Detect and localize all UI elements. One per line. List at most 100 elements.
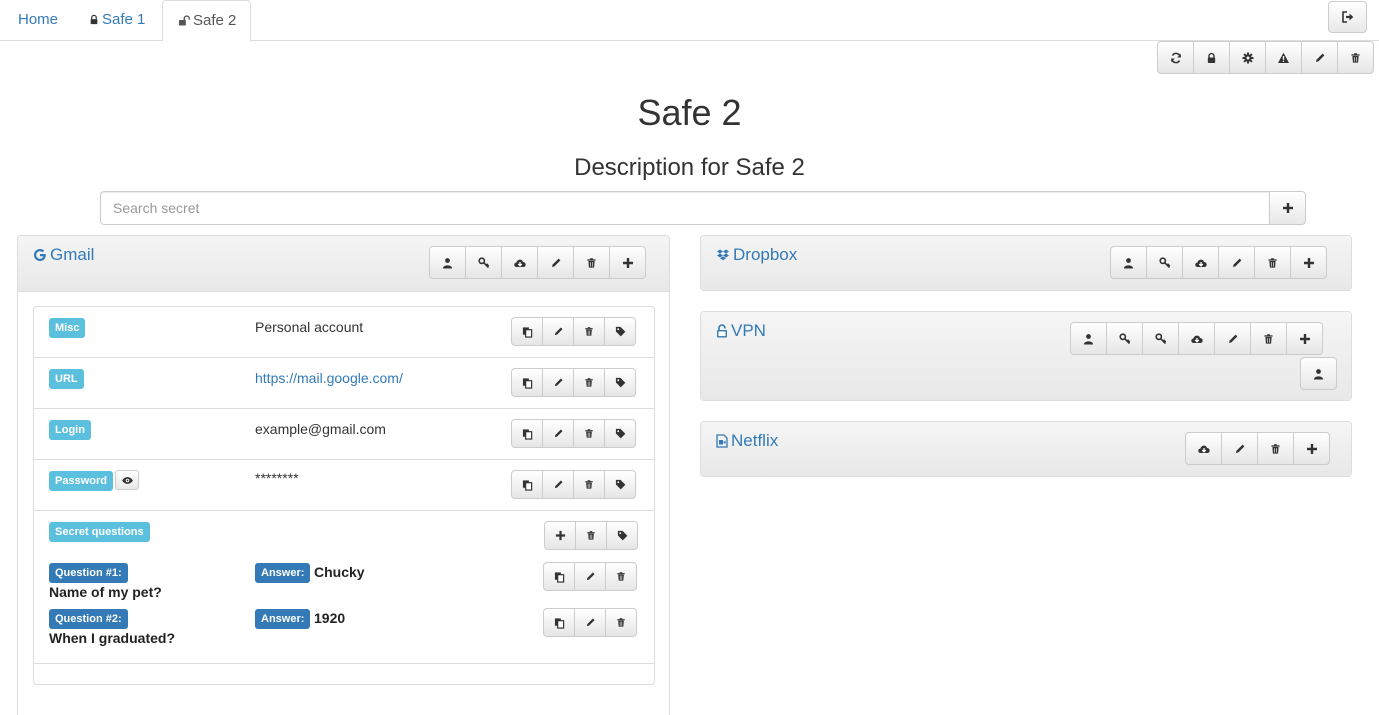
gear-icon: [1242, 52, 1254, 64]
logout-icon: [1342, 11, 1354, 23]
download-button[interactable]: [1178, 322, 1215, 355]
edit-secret-button[interactable]: [1218, 246, 1255, 279]
trash-icon: [586, 257, 597, 269]
trash-icon: [1350, 52, 1361, 64]
copy-button[interactable]: [511, 317, 543, 346]
add-field-button[interactable]: [609, 246, 646, 279]
delete-secret-button[interactable]: [1254, 246, 1291, 279]
edit-field-button[interactable]: [542, 419, 574, 448]
add-user-button[interactable]: [1300, 357, 1337, 390]
answer-text: Chucky: [314, 564, 365, 580]
add-secret-button[interactable]: [1269, 191, 1306, 225]
delete-secret-button[interactable]: [1257, 432, 1294, 465]
delete-safe-button[interactable]: [1337, 41, 1374, 74]
download-button[interactable]: [1182, 246, 1219, 279]
delete-field-button[interactable]: [575, 521, 607, 550]
copy-button[interactable]: [543, 608, 575, 637]
secret-title-vpn[interactable]: VPN: [716, 321, 766, 341]
edit-field-button[interactable]: [542, 317, 574, 346]
edit-secret-button[interactable]: [537, 246, 574, 279]
user-icon: [1123, 257, 1134, 269]
tab-bar: Home Safe 1 Safe 2: [0, 0, 1379, 42]
key-button[interactable]: [1146, 246, 1183, 279]
show-password-button[interactable]: [115, 470, 139, 490]
google-icon: [33, 248, 47, 262]
panel-header: Gmail: [18, 236, 669, 292]
key-button[interactable]: [465, 246, 502, 279]
copy-button[interactable]: [543, 562, 575, 591]
warning-icon: [1277, 52, 1290, 64]
search-input[interactable]: [100, 191, 1270, 225]
tag-button[interactable]: [604, 317, 636, 346]
answer-label: Answer:: [255, 609, 311, 629]
secret-title-dropbox[interactable]: Dropbox: [716, 245, 797, 265]
add-user-button[interactable]: [1110, 246, 1147, 279]
delete-secret-button[interactable]: [573, 246, 610, 279]
delete-field-button[interactable]: [573, 470, 605, 499]
delete-field-button[interactable]: [573, 368, 605, 397]
trash-icon: [1263, 333, 1274, 345]
delete-field-button[interactable]: [573, 419, 605, 448]
cloud-download-icon: [513, 257, 527, 269]
delete-question-button[interactable]: [605, 562, 637, 591]
edit-field-button[interactable]: [542, 368, 574, 397]
plus-icon: [555, 530, 566, 541]
cloud-download-icon: [1194, 257, 1208, 269]
user-icon: [1083, 333, 1094, 345]
copy-button[interactable]: [511, 470, 543, 499]
question-label: Question #2:: [49, 609, 128, 629]
add-user-button[interactable]: [1070, 322, 1107, 355]
tab-home[interactable]: Home: [18, 0, 58, 41]
tag-button[interactable]: [604, 470, 636, 499]
tab-safe-2[interactable]: Safe 2: [162, 0, 251, 42]
plus-icon: [622, 257, 634, 269]
secret-title-gmail[interactable]: Gmail: [33, 245, 94, 265]
safe-toolbar: [1157, 41, 1374, 74]
edit-secret-button[interactable]: [1214, 322, 1251, 355]
edit-field-button[interactable]: [542, 470, 574, 499]
delete-question-button[interactable]: [605, 608, 637, 637]
tag-button[interactable]: [604, 419, 636, 448]
lock-safe-button[interactable]: [1193, 41, 1230, 74]
answer-text: 1920: [314, 610, 346, 626]
download-button[interactable]: [501, 246, 538, 279]
copy-icon: [522, 479, 533, 491]
field-label-password: Password: [49, 471, 113, 491]
field-value-login: example@gmail.com: [255, 421, 386, 437]
panel-header: VPN: [701, 312, 1351, 400]
warning-button[interactable]: [1265, 41, 1302, 74]
logout-button[interactable]: [1328, 1, 1367, 33]
add-user-button[interactable]: [429, 246, 466, 279]
key-button[interactable]: [1142, 322, 1179, 355]
edit-secret-button[interactable]: [1221, 432, 1258, 465]
settings-button[interactable]: [1229, 41, 1266, 74]
field-actions: [511, 317, 636, 346]
download-button[interactable]: [1185, 432, 1222, 465]
tag-button[interactable]: [604, 368, 636, 397]
pencil-icon: [553, 377, 564, 388]
trash-icon: [584, 479, 594, 490]
edit-safe-button[interactable]: [1301, 41, 1338, 74]
secret-panel-gmail: Gmail Misc Personal account URL https://…: [17, 235, 670, 715]
secret-title-netflix[interactable]: Netflix: [716, 431, 778, 451]
edit-question-button[interactable]: [574, 562, 606, 591]
url-link[interactable]: https://mail.google.com/: [255, 370, 403, 386]
copy-button[interactable]: [511, 368, 543, 397]
trash-icon: [584, 377, 594, 388]
add-question-button[interactable]: [544, 521, 576, 550]
key-button[interactable]: [1106, 322, 1143, 355]
refresh-button[interactable]: [1157, 41, 1194, 74]
add-field-button[interactable]: [1293, 432, 1330, 465]
secret-title-label: Gmail: [50, 245, 95, 264]
tag-button[interactable]: [606, 521, 638, 550]
question-text: Name of my pet?: [49, 584, 162, 600]
tab-safe-1[interactable]: Safe 1: [89, 0, 145, 41]
secret-title-label: VPN: [731, 321, 766, 340]
copy-button[interactable]: [511, 419, 543, 448]
add-field-button[interactable]: [1286, 322, 1323, 355]
edit-question-button[interactable]: [574, 608, 606, 637]
delete-secret-button[interactable]: [1250, 322, 1287, 355]
add-field-button[interactable]: [1290, 246, 1327, 279]
delete-field-button[interactable]: [573, 317, 605, 346]
secret-actions-extra: [1300, 357, 1337, 390]
